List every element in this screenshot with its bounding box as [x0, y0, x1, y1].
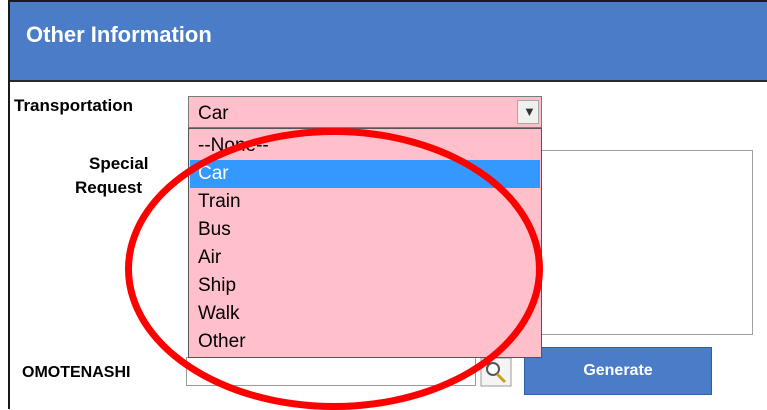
special-label-line2: Request [75, 178, 143, 197]
generate-button[interactable]: Generate [524, 347, 712, 395]
chevron-down-icon: ▼ [523, 104, 536, 119]
section-header: Other Information [10, 2, 767, 82]
magnifier-icon [480, 357, 512, 387]
option-other[interactable]: Other [190, 328, 540, 356]
lookup-button[interactable] [480, 357, 512, 387]
transportation-select[interactable]: Car ▼ [188, 96, 542, 128]
option-none[interactable]: --None-- [190, 132, 540, 160]
transportation-options-list[interactable]: --None-- Car Train Bus Air Ship Walk Oth… [188, 128, 542, 358]
special-requests-textarea[interactable] [540, 150, 753, 335]
option-ship[interactable]: Ship [190, 272, 540, 300]
option-bus[interactable]: Bus [190, 216, 540, 244]
option-car[interactable]: Car [190, 160, 540, 188]
omotenashi-label: OMOTENASHI [22, 364, 131, 381]
special-label-line1: Special [89, 154, 149, 173]
option-air[interactable]: Air [190, 244, 540, 272]
section-title: Other Information [26, 22, 212, 47]
option-walk[interactable]: Walk [190, 300, 540, 328]
transportation-selected-value: Car [198, 103, 229, 124]
dropdown-toggle-button[interactable]: ▼ [517, 100, 539, 124]
omotenashi-input[interactable] [186, 357, 476, 386]
option-train[interactable]: Train [190, 188, 540, 216]
transportation-label: Transportation [14, 96, 134, 115]
